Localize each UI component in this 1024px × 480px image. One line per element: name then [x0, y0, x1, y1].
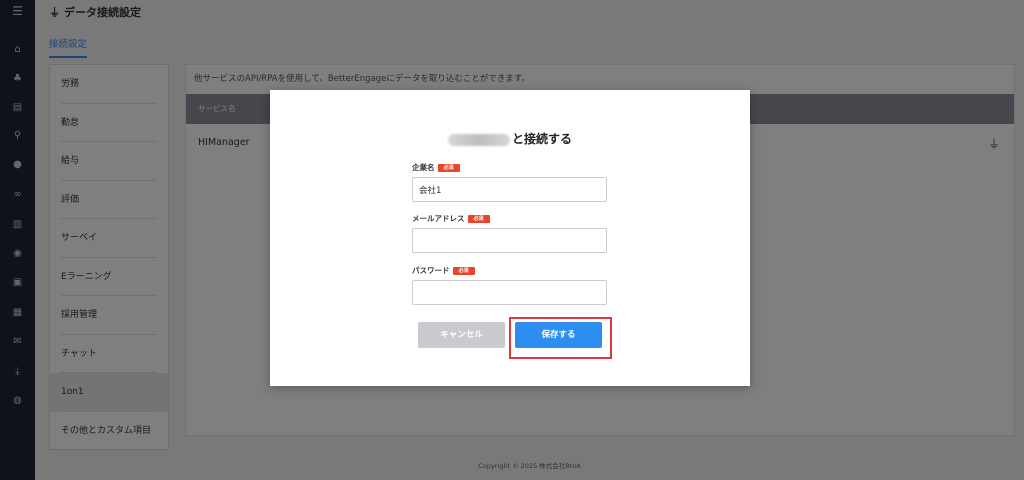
password-label-text: パスワード [412, 266, 450, 275]
email-field[interactable] [412, 228, 607, 253]
company-label-text: 企業名 [412, 163, 435, 172]
email-label: メールアドレス 必須 [412, 213, 490, 224]
required-badge: 必須 [452, 267, 475, 275]
modal-title: と接続する [270, 130, 750, 147]
save-button[interactable]: 保存する [515, 322, 602, 348]
required-badge: 必須 [467, 215, 490, 223]
company-label: 企業名 必須 [412, 162, 460, 173]
password-label: パスワード 必須 [412, 265, 475, 276]
connect-modal: と接続する 企業名必須 メールアドレス必須 パスワード必須 キャンセル 保存する [270, 90, 750, 386]
email-label-text: メールアドレス [412, 214, 465, 223]
company-field[interactable] [412, 177, 607, 202]
modal-title-text: と接続する [511, 132, 572, 146]
required-badge: 必須 [437, 164, 460, 172]
cancel-button[interactable]: キャンセル [418, 322, 505, 348]
redacted-service-name [447, 133, 510, 146]
password-field[interactable] [412, 280, 607, 305]
